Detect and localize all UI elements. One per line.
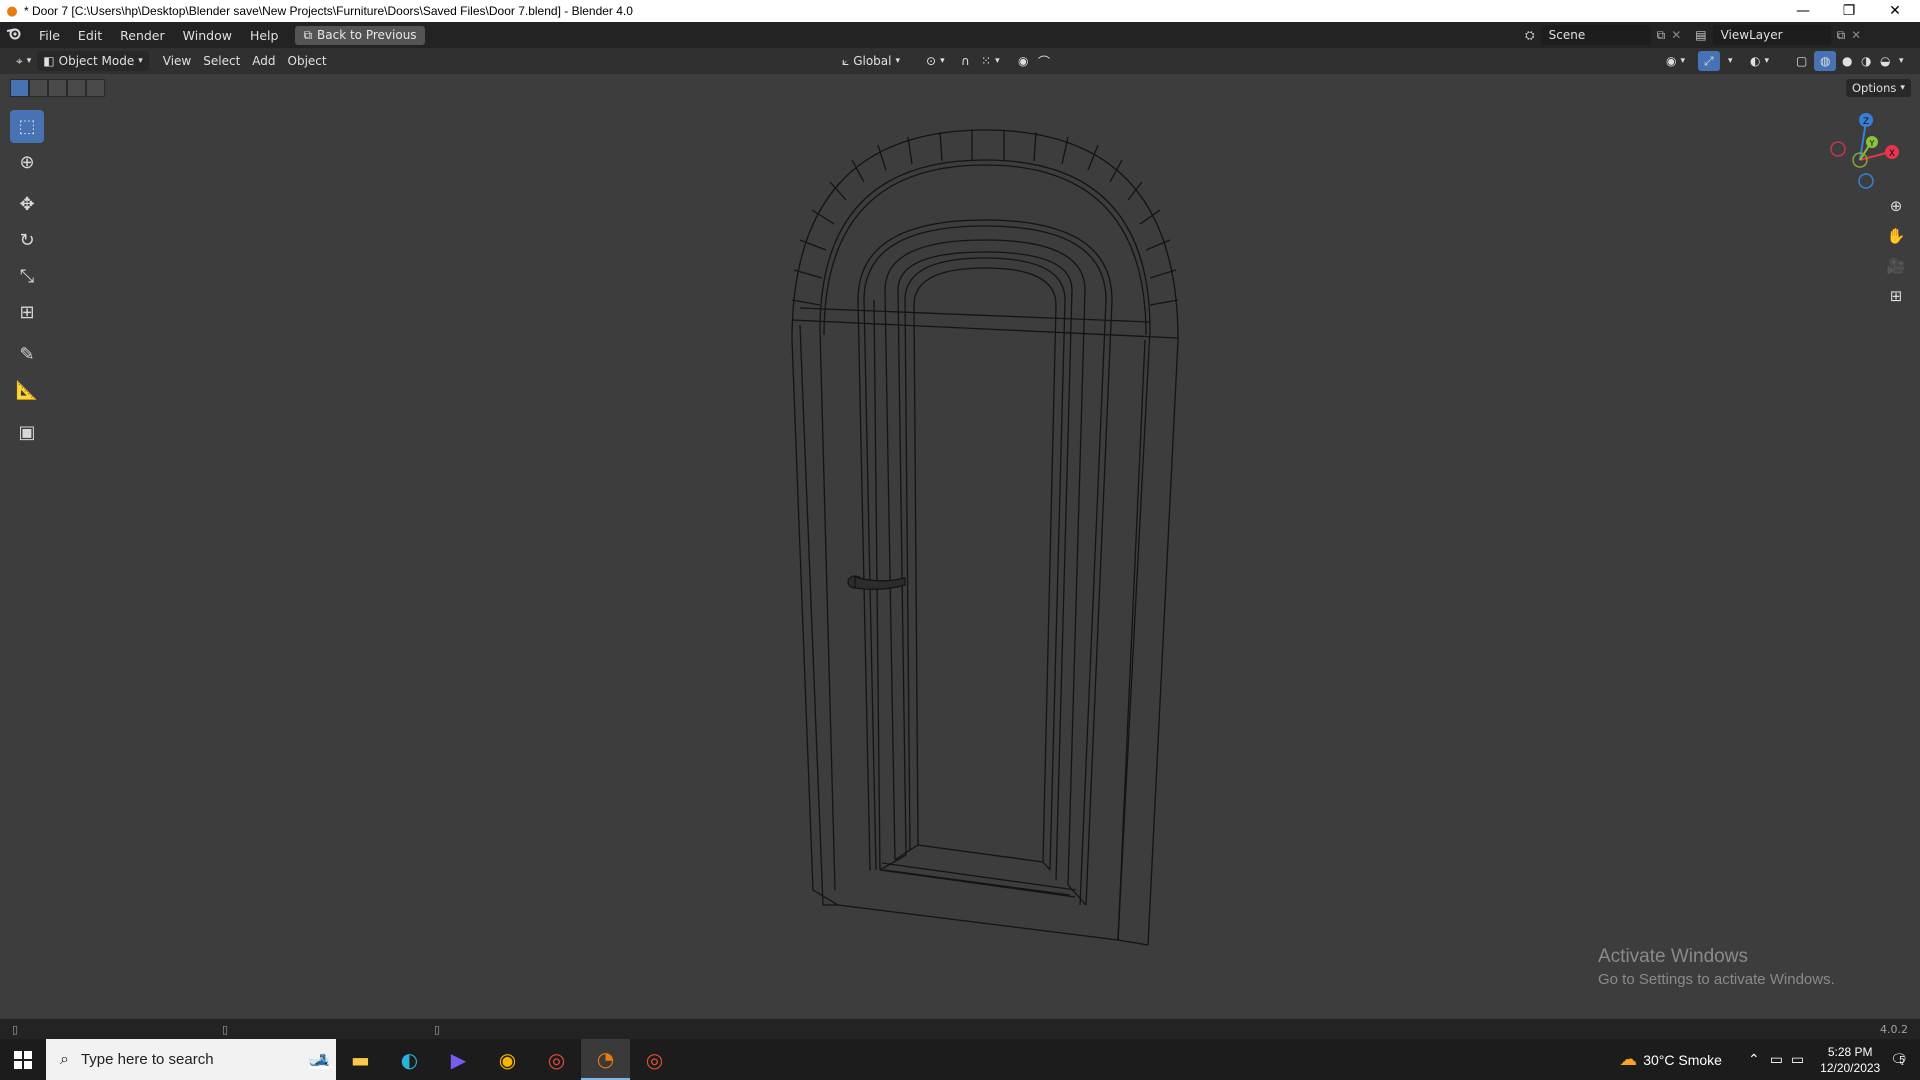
cursor-tool[interactable]: ⊕ <box>10 146 44 179</box>
show-hidden-icons-chevron-icon[interactable]: ⌃ <box>1748 1051 1760 1068</box>
activate-windows-title: Activate Windows <box>1598 946 1748 967</box>
x-axis-label: X <box>1889 149 1895 159</box>
start-button[interactable] <box>0 1039 46 1080</box>
camera-icon: 🎥 <box>1886 257 1906 275</box>
edge-app[interactable]: ◐ <box>385 1039 434 1080</box>
clock-time: 5:28 PM <box>1827 1044 1873 1059</box>
transform-icon: ⊞ <box>19 302 35 323</box>
blender-taskbar-app[interactable]: ◔ <box>581 1039 630 1080</box>
blender-icon: ◔ <box>596 1046 615 1071</box>
search-icon: ⌕ <box>60 1050 69 1068</box>
edge-icon: ◐ <box>400 1047 419 1072</box>
activate-windows-subtitle: Go to Settings to activate Windows. <box>1598 971 1835 988</box>
3d-viewport[interactable] <box>0 0 1920 1019</box>
scale-icon: ⤡ <box>19 266 35 287</box>
pencil-icon: ✎ <box>19 344 35 365</box>
add-cube-tool[interactable]: ▣ <box>10 416 44 449</box>
video-play-icon: ▶ <box>450 1047 467 1072</box>
chrome-profile-app[interactable]: ◎ <box>630 1039 679 1080</box>
network-icon[interactable]: ▭ <box>1791 1051 1804 1068</box>
zoom-magnifier-icon: ⊕ <box>1889 197 1903 215</box>
hand-icon: ✋ <box>1886 227 1906 245</box>
navigation-gizmo[interactable]: Z Y X <box>1820 108 1910 193</box>
search-placeholder: Type here to search <box>80 1051 214 1068</box>
select-box-icon: ⬚ <box>18 116 36 137</box>
weather-icon[interactable]: ☁ <box>1619 1049 1637 1070</box>
cube-icon: ▣ <box>18 422 36 443</box>
move-tool[interactable]: ✥ <box>10 188 44 221</box>
chrome-app[interactable]: ◎ <box>532 1039 581 1080</box>
y-axis-label: Y <box>1869 139 1875 148</box>
transform-tool[interactable]: ⊞ <box>10 296 44 329</box>
folder-icon: ▬ <box>351 1047 370 1072</box>
scale-tool[interactable]: ⤡ <box>10 260 44 293</box>
windows-taskbar: ⌕ Type here to search 🎿 ▬ ◐ ▶ ◉ ◎ ◔ ◎ ☁ … <box>0 1039 1920 1080</box>
chrome-icon: ◎ <box>547 1047 566 1072</box>
rotate-icon: ↻ <box>19 230 35 251</box>
neg-x-axis-handle[interactable] <box>1830 141 1846 157</box>
rotate-tool[interactable]: ↻ <box>10 224 44 257</box>
system-tray: ☁ 30°C Smoke ⌃ ▭ ▭ 5:28 PM 12/20/2023 🗨 5 <box>1619 1039 1920 1080</box>
taskbar-clock[interactable]: 5:28 PM 12/20/2023 <box>1820 1044 1880 1076</box>
select-box-tool[interactable]: ⬚ <box>10 110 44 143</box>
notification-icon[interactable]: 🗨 5 <box>1890 1051 1908 1068</box>
z-axis-label: Z <box>1863 117 1869 127</box>
weather-text[interactable]: 30°C Smoke <box>1643 1052 1722 1068</box>
video-app[interactable]: ▶ <box>434 1039 483 1080</box>
circle-app[interactable]: ◉ <box>483 1039 532 1080</box>
search-highlight-icon: 🎿 <box>307 1049 330 1069</box>
taskbar-search-box[interactable]: ⌕ Type here to search 🎿 <box>46 1039 336 1080</box>
left-toolbar: ⬚ ⊕ ✥ ↻ ⤡ ⊞ ✎ 📐 ▣ <box>10 110 46 452</box>
app-circle-icon: ◉ <box>498 1047 517 1072</box>
windows-logo-icon <box>14 1050 32 1069</box>
status-bar: ▯ ▯ ▯ 4.0.2 <box>0 1019 1920 1039</box>
notification-count-badge: 5 <box>1899 1055 1905 1066</box>
move-icon: ✥ <box>19 194 35 215</box>
zoom-view-button[interactable]: ⊕ <box>1882 192 1910 220</box>
camera-view-button[interactable]: 🎥 <box>1882 252 1910 280</box>
neg-z-axis-handle[interactable] <box>1858 173 1874 189</box>
door-wireframe <box>791 129 1179 946</box>
mouse-middle-icon: ▯ <box>222 1022 229 1036</box>
chrome-profile-icon: ◎ <box>645 1047 664 1072</box>
grid-perspective-icon: ⊞ <box>1889 287 1903 305</box>
perspective-toggle-button[interactable]: ⊞ <box>1882 282 1910 310</box>
clock-date: 12/20/2023 <box>1820 1060 1881 1075</box>
blender-version: 4.0.2 <box>1880 1022 1908 1036</box>
annotate-tool[interactable]: ✎ <box>10 338 44 371</box>
measure-tool[interactable]: 📐 <box>10 374 44 407</box>
mouse-right-icon: ▯ <box>434 1022 441 1036</box>
mouse-left-icon: ▯ <box>12 1022 19 1036</box>
pan-view-button[interactable]: ✋ <box>1882 222 1910 250</box>
cursor-icon: ⊕ <box>19 152 35 173</box>
file-explorer-app[interactable]: ▬ <box>336 1039 385 1080</box>
activate-windows-watermark: Activate Windows Go to Settings to activ… <box>1598 946 1835 988</box>
ruler-icon: 📐 <box>15 380 39 401</box>
device-icon[interactable]: ▭ <box>1770 1051 1783 1068</box>
